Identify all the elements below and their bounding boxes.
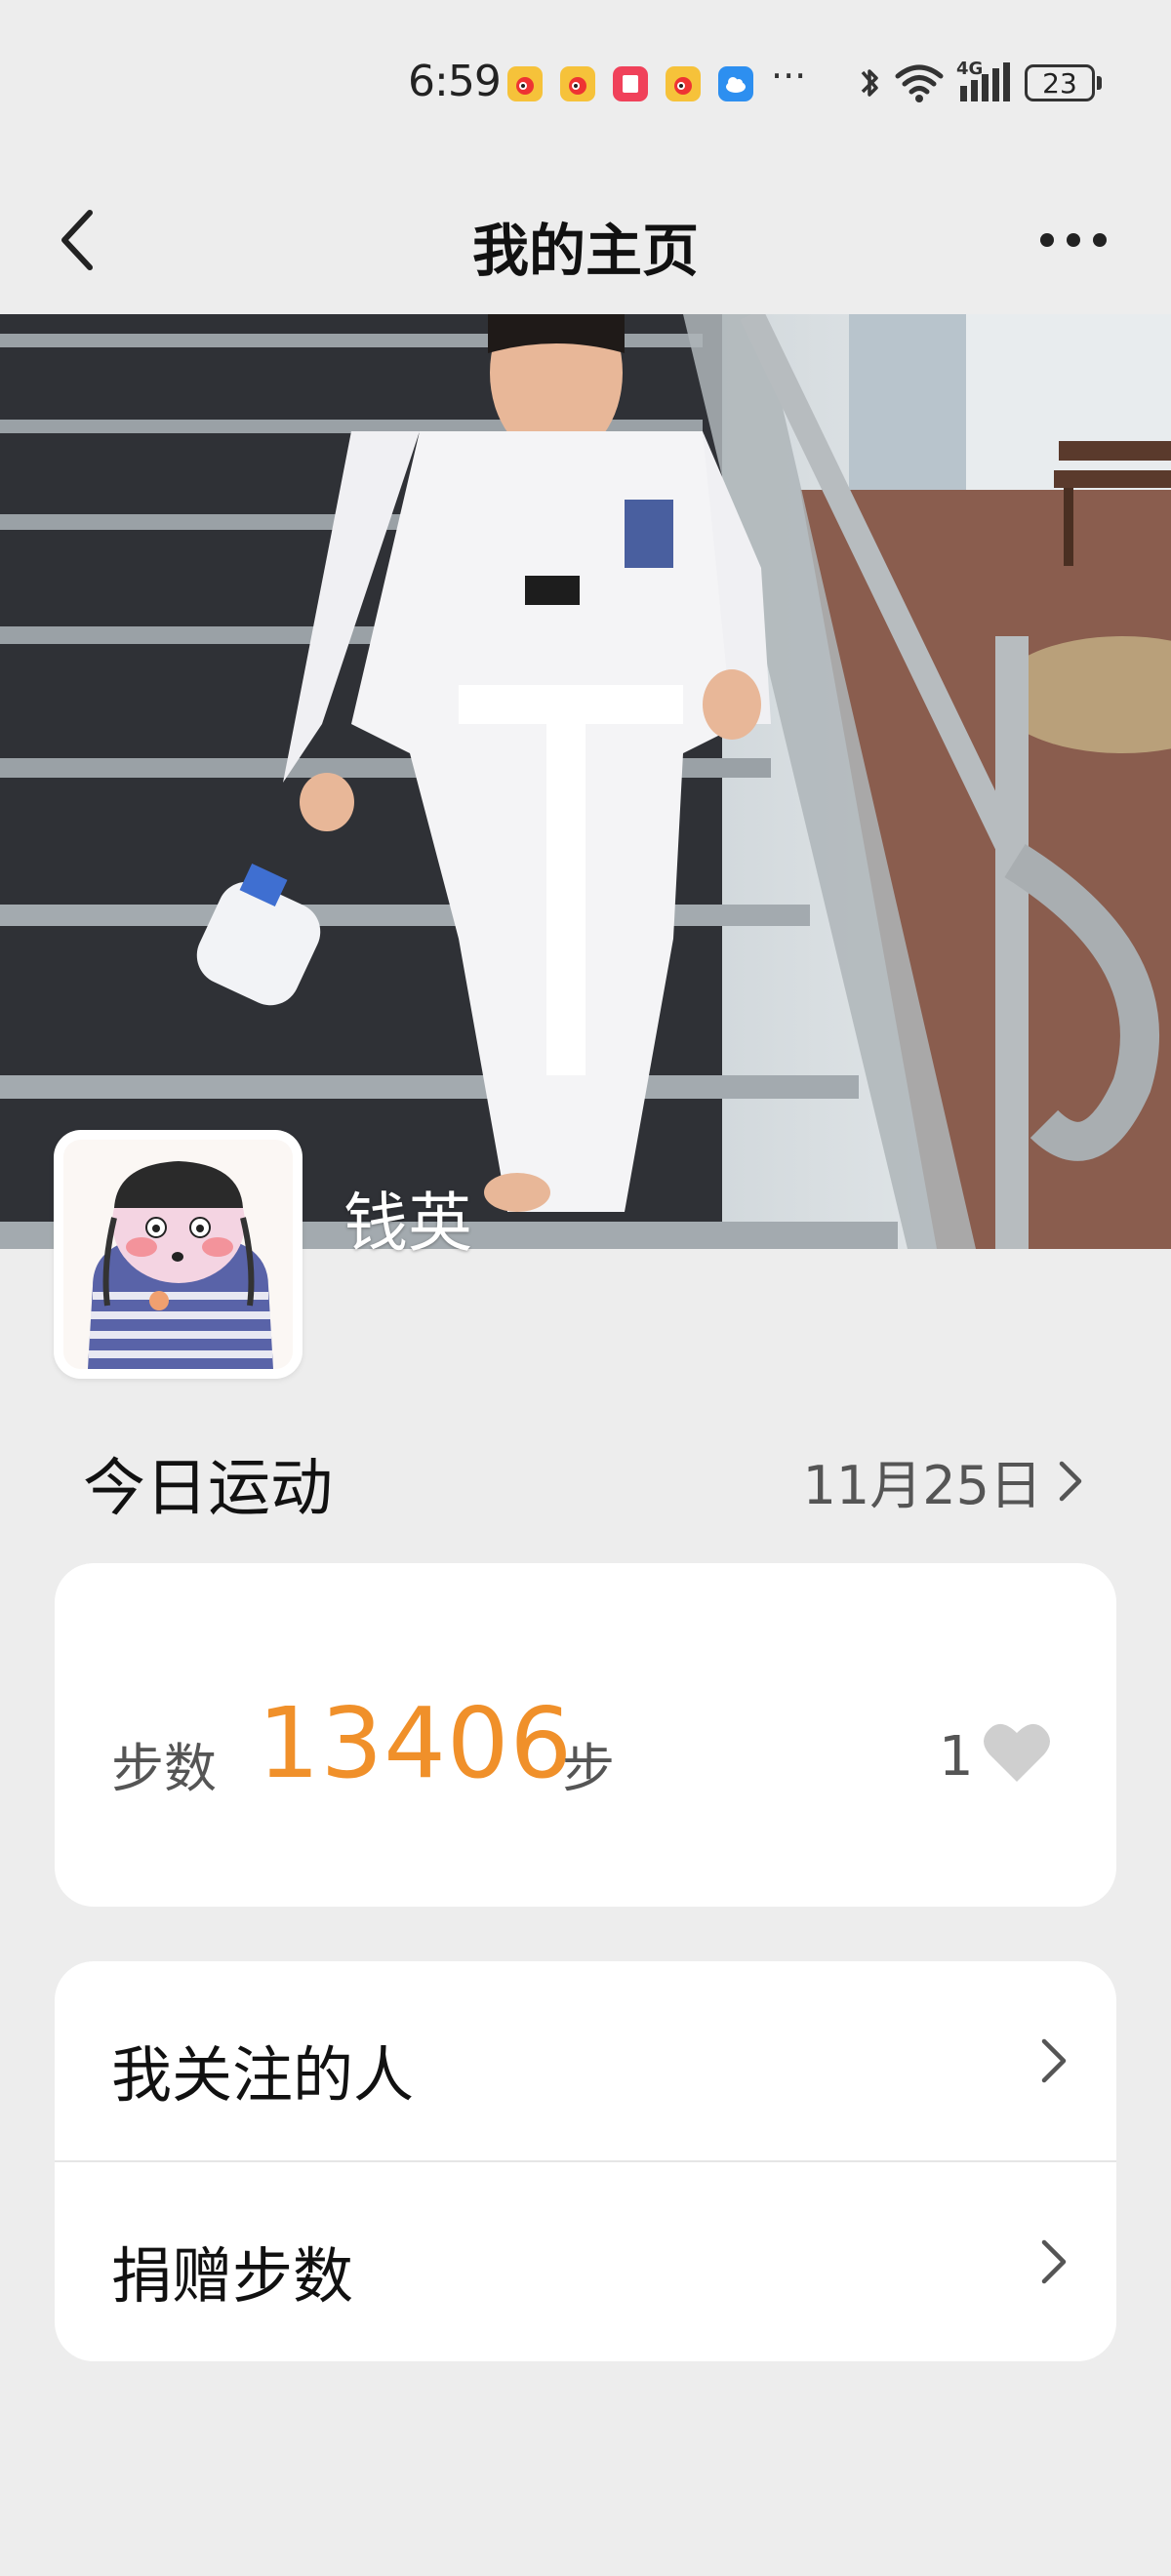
- book-app-icon: [613, 66, 648, 101]
- menu-card: 我关注的人 捐赠步数: [55, 1961, 1116, 2361]
- chevron-right-icon: [1059, 1461, 1082, 1501]
- menu-item-donate-steps[interactable]: 捐赠步数: [55, 2162, 1116, 2361]
- weibo-app-icon: [560, 66, 595, 101]
- cellular-signal-icon: 4G: [956, 59, 1013, 105]
- avatar-cartoon-icon: [63, 1140, 293, 1369]
- status-more-icon: ···: [771, 55, 807, 98]
- more-options-button[interactable]: [1034, 201, 1112, 279]
- like-count: 1: [939, 1725, 974, 1789]
- user-name: 钱英: [343, 1186, 472, 1261]
- wifi-icon: [895, 64, 944, 102]
- weibo-app-icon: [507, 66, 543, 101]
- menu-item-label: 捐赠步数: [111, 2240, 354, 2312]
- battery-icon: 23: [1025, 64, 1102, 101]
- date-label: 11月25日: [802, 1455, 1042, 1516]
- status-time: 6:59: [408, 57, 502, 106]
- chevron-right-icon: [1041, 2239, 1067, 2284]
- system-indicators: 4G 23: [859, 59, 1102, 107]
- page-title: 我的主页: [471, 218, 699, 284]
- steps-label: 步数: [111, 1738, 217, 1799]
- battery-level: 23: [1042, 66, 1077, 100]
- profile-cover-photo[interactable]: [0, 314, 1171, 1249]
- ellipsis-icon: [1040, 233, 1107, 247]
- steps-unit: 步: [562, 1738, 615, 1799]
- menu-item-label: 我关注的人: [111, 2039, 415, 2111]
- avatar[interactable]: [54, 1130, 303, 1379]
- date-selector[interactable]: 11月25日: [803, 1442, 1083, 1519]
- cloud-app-icon: [718, 66, 753, 101]
- steps-card[interactable]: 步数 13406 步 1: [55, 1563, 1116, 1907]
- navigation-bar: 我的主页: [0, 166, 1171, 312]
- section-title-today: 今日运动: [83, 1453, 333, 1525]
- menu-item-following[interactable]: 我关注的人: [55, 1961, 1116, 2160]
- chevron-right-icon: [1041, 2038, 1067, 2083]
- bluetooth-icon: [861, 69, 878, 97]
- status-bar: 6:59 ··· 4G 23: [0, 0, 1171, 166]
- heart-icon[interactable]: [982, 1719, 1052, 1784]
- steps-value: 13406: [258, 1686, 574, 1800]
- weibo-app-icon: [666, 66, 701, 101]
